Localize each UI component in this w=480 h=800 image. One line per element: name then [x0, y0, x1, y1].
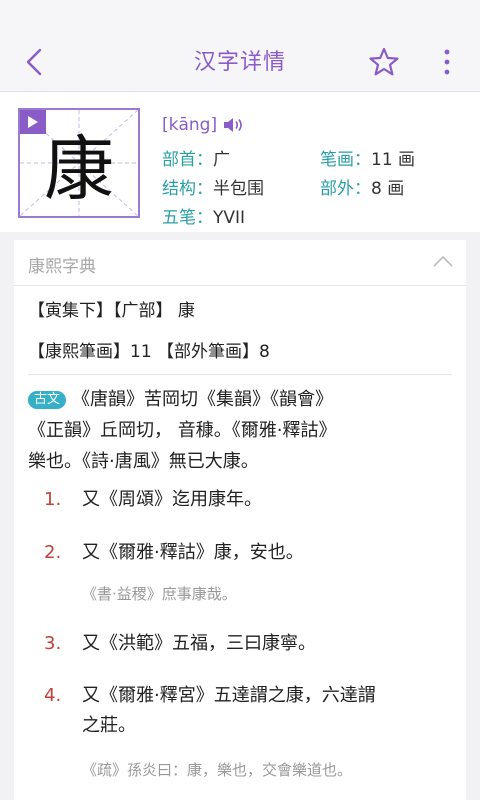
outer-strokes-label: 部外： [320, 179, 371, 199]
wubi-value: YVII [213, 208, 246, 228]
radical-row: 部首：广 [162, 145, 230, 170]
app-root: 汉字详情 康 [kāng] 部首：广 笔画：11 画 结构：半包围 部外：8 画… [0, 0, 480, 800]
character-writing-box[interactable]: 康 [18, 108, 140, 218]
definition-item-1: 1. 又《周頌》迄用康年。 [44, 485, 454, 515]
definition-item-4: 4. 又《爾雅·釋宮》五達謂之康，六達謂 之莊。 [44, 681, 454, 741]
strokes-label: 笔画： [320, 150, 371, 170]
item-number: 4. [44, 685, 62, 706]
play-icon [28, 116, 38, 128]
speaker-icon[interactable] [223, 117, 245, 133]
radical-label: 部首： [162, 150, 213, 170]
item-2-quote: 《書·益稷》庶事康哉。 [82, 585, 237, 603]
pinyin-row[interactable]: [kāng] [162, 115, 245, 135]
more-options-button[interactable] [432, 42, 462, 82]
item-text: 又《洪範》五福，三曰康寧。 [82, 633, 316, 654]
stroke-play-button[interactable] [20, 110, 46, 134]
definition-paragraph: 古文 《唐韻》苦岡切《集韻》《韻會》 《正韻》丘岡切， 音穅。《爾雅·釋詁》 樂也… [28, 384, 452, 477]
character-card: 康 [kāng] 部首：广 笔画：11 画 结构：半包围 部外：8 画 五笔：Y… [0, 92, 480, 232]
chevron-up-icon[interactable] [432, 254, 454, 268]
definition-line-2: 《正韻》丘岡切， 音穅。《爾雅·釋詁》 [28, 420, 337, 441]
definition-item-2: 2. 又《爾雅·釋詁》康，安也。 [44, 538, 454, 568]
volume-radical-line: 【寅集下】【广部】 康 [28, 301, 195, 321]
kangxi-dictionary-panel: 康熙字典 【寅集下】【广部】 康 【康熙筆画】11 【部外筆画】8 古文 《唐韻》… [14, 240, 466, 800]
definition-line-3: 樂也。《詩·唐風》無已大康。 [28, 451, 259, 472]
top-bar: 汉字详情 [0, 0, 480, 92]
item-number: 2. [44, 542, 62, 563]
item-text: 又《周頌》迄用康年。 [82, 489, 262, 510]
outer-strokes-row: 部外：8 画 [320, 174, 404, 199]
favorite-button[interactable] [364, 42, 404, 82]
star-icon [369, 47, 399, 76]
page-title: 汉字详情 [193, 50, 286, 75]
pinyin-text: [kāng] [162, 115, 218, 135]
ancient-text-tag: 古文 [28, 391, 67, 409]
section-divider [28, 374, 452, 375]
definition-item-3: 3. 又《洪範》五福，三曰康寧。 [44, 629, 454, 659]
item-text-line-2: 之莊。 [82, 715, 136, 736]
outer-strokes-value: 8 画 [371, 179, 405, 199]
panel-title: 康熙字典 [28, 257, 96, 277]
definition-line-1: 古文 《唐韻》苦岡切《集韻》《韻會》 [28, 384, 452, 415]
strokes-row: 笔画：11 画 [320, 145, 415, 170]
wubi-row: 五笔：YVII [162, 203, 245, 228]
item-text-line-1: 又《爾雅·釋宮》五達謂之康，六達謂 [82, 685, 376, 706]
item-text: 又《爾雅·釋詁》康，安也。 [82, 542, 304, 563]
strokes-value: 11 画 [371, 150, 416, 170]
item-number: 3. [44, 633, 62, 654]
more-vertical-icon [444, 49, 450, 75]
item-number: 1. [44, 489, 62, 510]
structure-row: 结构：半包围 [162, 174, 264, 199]
stroke-count-line: 【康熙筆画】11 【部外筆画】8 [28, 342, 270, 362]
structure-label: 结构： [162, 179, 213, 199]
radical-value: 广 [213, 150, 230, 170]
structure-value: 半包围 [213, 179, 264, 199]
item-4-quote: 《疏》孫炎曰：康，樂也，交會樂道也。 [82, 761, 353, 779]
panel-header[interactable]: 康熙字典 [14, 240, 466, 286]
wubi-label: 五笔： [162, 208, 213, 228]
